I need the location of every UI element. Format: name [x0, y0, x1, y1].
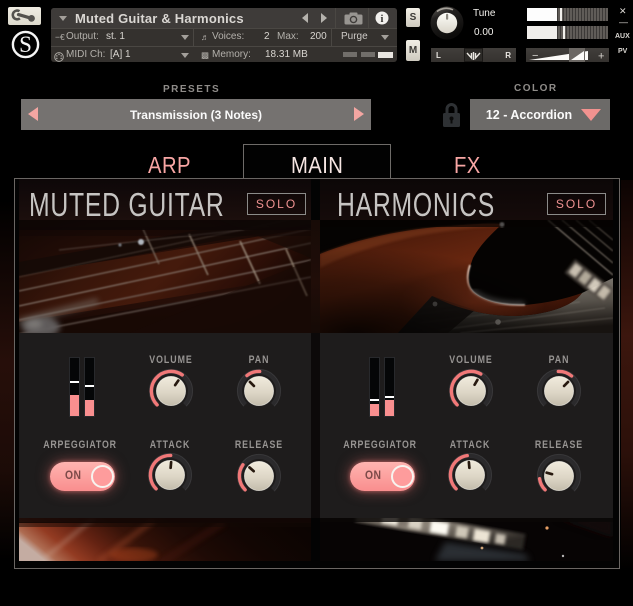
svg-text:i: i [381, 14, 384, 25]
svg-text:+: + [598, 51, 604, 63]
svg-text:−: − [532, 50, 538, 62]
svg-text:S: S [19, 32, 32, 57]
